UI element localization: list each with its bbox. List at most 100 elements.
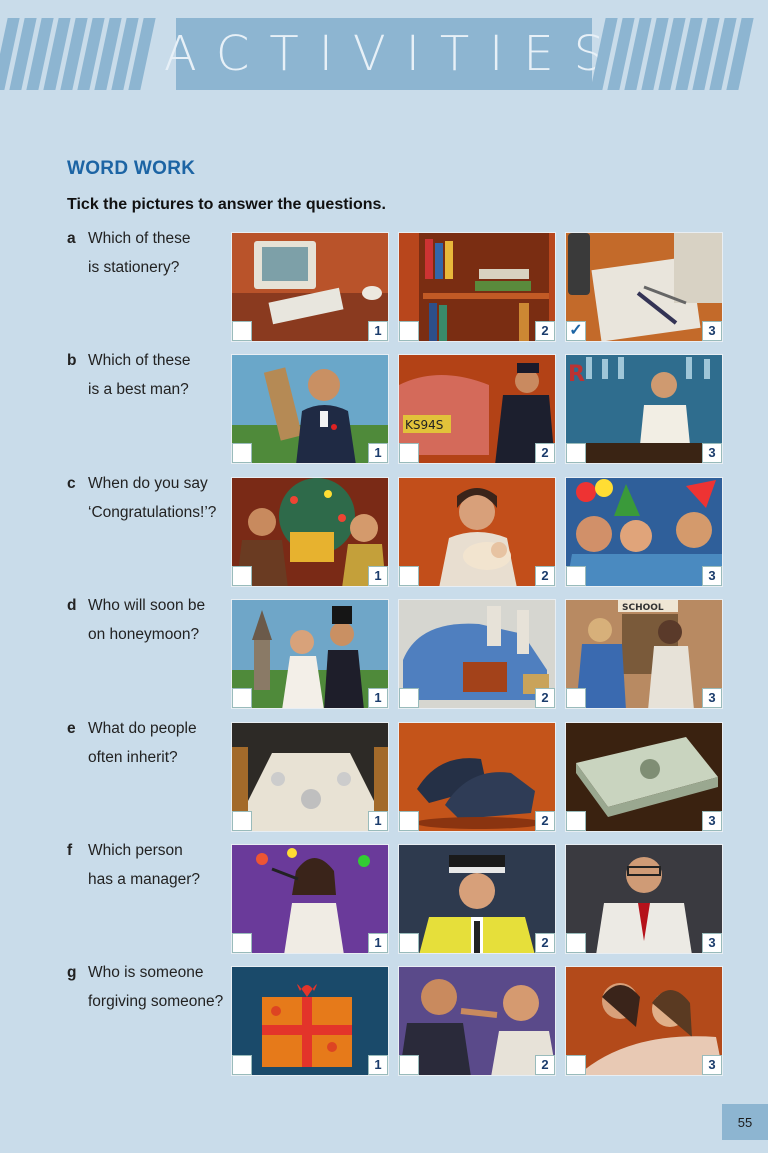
tick-box[interactable] [232, 688, 252, 708]
tick-box-checked[interactable]: ✓ [566, 321, 586, 341]
activities-header: ACTIVITIES [0, 18, 768, 90]
question-letter: f [67, 842, 73, 859]
tick-box[interactable] [566, 933, 586, 953]
tick-box[interactable] [566, 811, 586, 831]
question-line-2: has a manager? [88, 871, 201, 888]
question-line-2: forgiving someone? [88, 993, 224, 1010]
header-title-box: ACTIVITIES [164, 18, 604, 90]
question-e: e What do people often inherit? [67, 714, 232, 772]
doctor-illustration [566, 845, 722, 953]
svg-text:SCHOOL: SCHOOL [622, 603, 664, 613]
tick-box[interactable] [566, 566, 586, 586]
singer-illustration [232, 845, 388, 953]
car-luggage-illustration [399, 600, 555, 708]
picture-b-2: KS94S 2 [398, 354, 556, 464]
svg-text:R: R [568, 362, 585, 387]
picture-number: 3 [702, 933, 722, 953]
hug-illustration [566, 967, 722, 1075]
question-line-1: Which of these [88, 230, 191, 247]
shoes-illustration [399, 723, 555, 831]
question-line-1: Which person [88, 842, 183, 859]
question-c: c When do you say ‘Congratulations!’? [67, 469, 232, 527]
tick-box[interactable] [232, 933, 252, 953]
tick-box[interactable] [399, 933, 419, 953]
school-children-illustration: SCHOOL [566, 600, 722, 708]
tick-box[interactable] [566, 688, 586, 708]
question-line-1: When do you say [88, 475, 208, 492]
picture-number: 1 [368, 566, 388, 586]
present-illustration [232, 967, 388, 1075]
picture-number: 2 [535, 688, 555, 708]
man-in-suit-illustration [232, 355, 388, 463]
question-letter: g [67, 964, 77, 981]
question-letter: c [67, 475, 76, 492]
picture-g-3: 3 [565, 966, 723, 1076]
picture-a-3: ✓ 3 [565, 232, 723, 342]
picture-number: 2 [535, 566, 555, 586]
picture-number: 2 [535, 933, 555, 953]
instruction-text: Tick the pictures to answer the question… [67, 196, 386, 213]
picture-e-1: 1 [231, 722, 389, 832]
picture-c-1: 1 [231, 477, 389, 587]
policeman-car-illustration: KS94S [399, 355, 555, 463]
picture-f-2: 2 [398, 844, 556, 954]
tick-box[interactable] [399, 1055, 419, 1075]
tick-box[interactable] [232, 1055, 252, 1075]
question-line-2: is stationery? [88, 259, 180, 276]
picture-number: 3 [702, 321, 722, 341]
tick-box[interactable] [399, 566, 419, 586]
question-line-2: often inherit? [88, 749, 178, 766]
tick-box[interactable] [566, 443, 586, 463]
picture-e-2: 2 [398, 722, 556, 832]
tick-box[interactable] [399, 811, 419, 831]
question-line-1: What do people [88, 720, 197, 737]
question-letter: e [67, 720, 76, 737]
picture-f-3: 3 [565, 844, 723, 954]
picture-d-3: SCHOOL 3 [565, 599, 723, 709]
question-letter: a [67, 230, 76, 247]
question-a: a Which of these is stationery? [67, 224, 232, 282]
question-letter: b [67, 352, 77, 369]
picture-number: 2 [535, 443, 555, 463]
tick-box[interactable] [232, 443, 252, 463]
question-f: f Which person has a manager? [67, 836, 232, 894]
dining-table-illustration [232, 723, 388, 831]
header-stripes-right [590, 18, 768, 90]
picture-number: 1 [368, 443, 388, 463]
tick-box[interactable] [232, 321, 252, 341]
mother-baby-illustration [399, 478, 555, 586]
picture-c-2: 2 [398, 477, 556, 587]
tick-box[interactable] [232, 566, 252, 586]
barman-illustration: R [566, 355, 722, 463]
christmas-gift-illustration [232, 478, 388, 586]
tick-box[interactable] [399, 321, 419, 341]
question-g: g Who is someone forgiving someone? [67, 958, 232, 1016]
question-line-1: Who will soon be [88, 597, 206, 614]
police-officer-illustration [399, 845, 555, 953]
picture-number: 1 [368, 811, 388, 831]
argument-illustration [399, 967, 555, 1075]
picture-number: 1 [368, 688, 388, 708]
question-b: b Which of these is a best man? [67, 346, 232, 404]
question-letter: d [67, 597, 77, 614]
picture-number: 3 [702, 688, 722, 708]
page-title: ACTIVITIES [163, 26, 625, 82]
wedding-couple-illustration [232, 600, 388, 708]
question-line-2: is a best man? [88, 381, 189, 398]
picture-g-1: 1 [231, 966, 389, 1076]
picture-c-3: 3 [565, 477, 723, 587]
picture-b-1: 1 [231, 354, 389, 464]
picture-number: 3 [702, 1055, 722, 1075]
party-illustration [566, 478, 722, 586]
picture-number: 2 [535, 1055, 555, 1075]
svg-text:KS94S: KS94S [405, 418, 443, 432]
pens-and-paper-illustration [566, 233, 722, 341]
picture-a-1: 1 [231, 232, 389, 342]
tick-box[interactable] [399, 443, 419, 463]
tick-box[interactable] [566, 1055, 586, 1075]
tick-box[interactable] [232, 811, 252, 831]
picture-number: 3 [702, 443, 722, 463]
picture-d-2: 2 [398, 599, 556, 709]
tick-box[interactable] [399, 688, 419, 708]
picture-g-2: 2 [398, 966, 556, 1076]
